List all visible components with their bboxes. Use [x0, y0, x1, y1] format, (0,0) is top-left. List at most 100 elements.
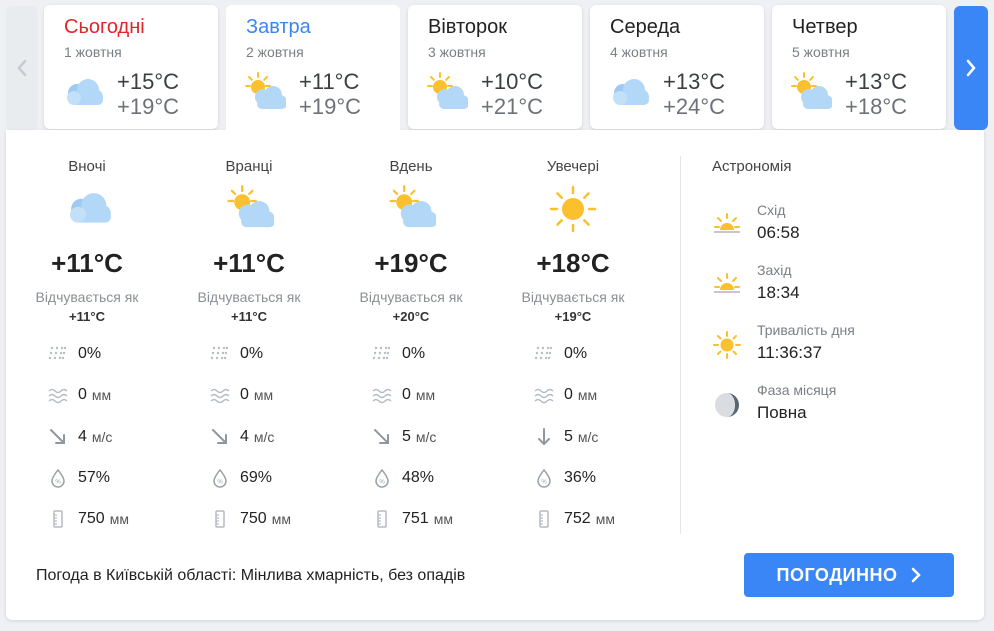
precip-amount-value: 0 [564, 386, 573, 403]
precip-amount-unit: мм [415, 387, 436, 403]
precipitation-amount-icon [372, 385, 392, 405]
humidity-value: 36% [564, 469, 597, 486]
wind-direction-icon [534, 427, 554, 447]
precip-chance-value: 0% [240, 345, 264, 362]
precip-chance-value: 0% [564, 345, 588, 362]
day-name: Сьогодні [64, 16, 145, 38]
wind-speed: 4 м/с [210, 425, 274, 449]
precipitation-amount-icon [210, 385, 230, 405]
day-card-tomorrow[interactable]: Завтра 2 жовтня +11°C +19°C [226, 5, 400, 137]
precip-amount-unit: мм [91, 387, 112, 403]
wind-speed-value: 4 [78, 428, 87, 445]
hourly-button[interactable]: ПОГОДИННО [744, 553, 954, 597]
pressure-value: 750 [78, 510, 105, 527]
pressure: 750 мм [210, 507, 291, 531]
day-card-today[interactable]: Сьогодні 1 жовтня +15°C +19°C [44, 5, 218, 129]
period-temp: +19°C [374, 248, 448, 278]
humidity-icon: % [534, 468, 554, 488]
wind-speed-value: 4 [240, 428, 249, 445]
precip-amount: 0 мм [210, 383, 273, 407]
period-temp: +18°C [536, 248, 610, 278]
sunrise-label: Схід [757, 202, 786, 218]
day-details-panel: Вночі +11°C Відчувається як +11°C Вранці… [6, 130, 984, 620]
day-temp-max: +19°C [299, 94, 362, 119]
precipitation-icon [534, 344, 554, 364]
period-title: Вдень [389, 158, 433, 175]
day-temp-min: +13°C [663, 69, 726, 94]
feels-like-value: +20°C [392, 309, 430, 324]
precip-chance-value: 0% [78, 345, 102, 362]
humidity-icon: % [372, 468, 392, 488]
feels-like-label: Відчувається як [521, 289, 625, 305]
day-date: 4 жовтня [610, 44, 668, 60]
partly-cloudy-icon [424, 71, 468, 115]
feels-like-label: Відчувається як [35, 289, 139, 305]
precip-amount: 0 мм [48, 383, 111, 407]
svg-text:%: % [541, 480, 547, 486]
wind-speed-unit: м/с [577, 429, 599, 445]
humidity-value: 69% [240, 469, 273, 486]
next-days-button[interactable] [954, 6, 988, 130]
pressure-unit: мм [109, 511, 129, 527]
chevron-right-icon [911, 567, 922, 583]
precipitation-amount-icon [48, 385, 68, 405]
precip-chance: 0% [372, 342, 425, 366]
humidity-value: 48% [402, 469, 435, 486]
day-name: Середа [610, 16, 681, 38]
precip-chance: 0% [534, 342, 587, 366]
humidity: % 36% [534, 466, 596, 490]
precip-chance: 0% [210, 342, 263, 366]
day-name: Завтра [246, 16, 311, 38]
pressure-value: 752 [564, 510, 591, 527]
chevron-left-icon [17, 59, 27, 77]
precip-chance-value: 0% [402, 345, 426, 362]
day-card-wednesday[interactable]: Середа 4 жовтня +13°C +24°C [590, 5, 764, 129]
wind-speed-unit: м/с [253, 429, 275, 445]
day-name: Вівторок [428, 16, 508, 38]
wind-direction-icon [48, 427, 68, 447]
wind-speed-value: 5 [564, 428, 573, 445]
wind-speed-unit: м/с [415, 429, 437, 445]
sunset-label: Захід [757, 262, 792, 278]
region-summary: Погода в Київській області: Мінлива хмар… [36, 567, 466, 584]
pressure-unit: мм [271, 511, 291, 527]
moon-icon [715, 393, 739, 417]
day-temp-max: +19°C [117, 94, 180, 119]
precipitation-amount-icon [534, 385, 554, 405]
feels-like-value: +11°C [69, 309, 105, 324]
feels-like-label: Відчувається як [197, 289, 301, 305]
precip-amount-value: 0 [240, 386, 249, 403]
precip-amount-value: 0 [402, 386, 411, 403]
prev-days-button[interactable] [6, 6, 38, 130]
day-card-tuesday[interactable]: Вівторок 3 жовтня +10°C +21°C [408, 5, 582, 129]
wind-speed-unit: м/с [91, 429, 113, 445]
wind-direction-icon [210, 427, 230, 447]
astronomy-title: Астрономія [712, 158, 792, 175]
precip-amount-value: 0 [78, 386, 87, 403]
wind-speed-value: 5 [402, 428, 411, 445]
wind-speed: 4 м/с [48, 425, 112, 449]
partly-cloudy-icon [386, 182, 436, 236]
pressure-unit: мм [433, 511, 453, 527]
pressure-value: 751 [402, 510, 429, 527]
precip-amount: 0 мм [372, 383, 435, 407]
day-card-thursday[interactable]: Четвер 5 жовтня +13°C +18°C [772, 5, 946, 129]
day-length-label: Тривалість дня [757, 322, 855, 338]
partly-cloudy-icon [224, 182, 274, 236]
humidity-value: 57% [78, 469, 111, 486]
precip-chance: 0% [48, 342, 101, 366]
day-temp-max: +24°C [663, 94, 726, 119]
feels-like-value: +19°C [554, 309, 592, 324]
day-temp-min: +15°C [117, 69, 180, 94]
cloudy-icon [613, 79, 649, 105]
period-title: Вранці [225, 158, 273, 175]
barometer-icon [210, 509, 230, 529]
partly-cloudy-icon [788, 71, 832, 115]
cloudy-icon [69, 193, 111, 223]
day-temp-min: +10°C [481, 69, 544, 94]
day-date: 3 жовтня [428, 44, 486, 60]
humidity: % 48% [372, 466, 434, 490]
svg-text:%: % [217, 480, 223, 486]
humidity-icon: % [48, 468, 68, 488]
divider [680, 156, 681, 534]
